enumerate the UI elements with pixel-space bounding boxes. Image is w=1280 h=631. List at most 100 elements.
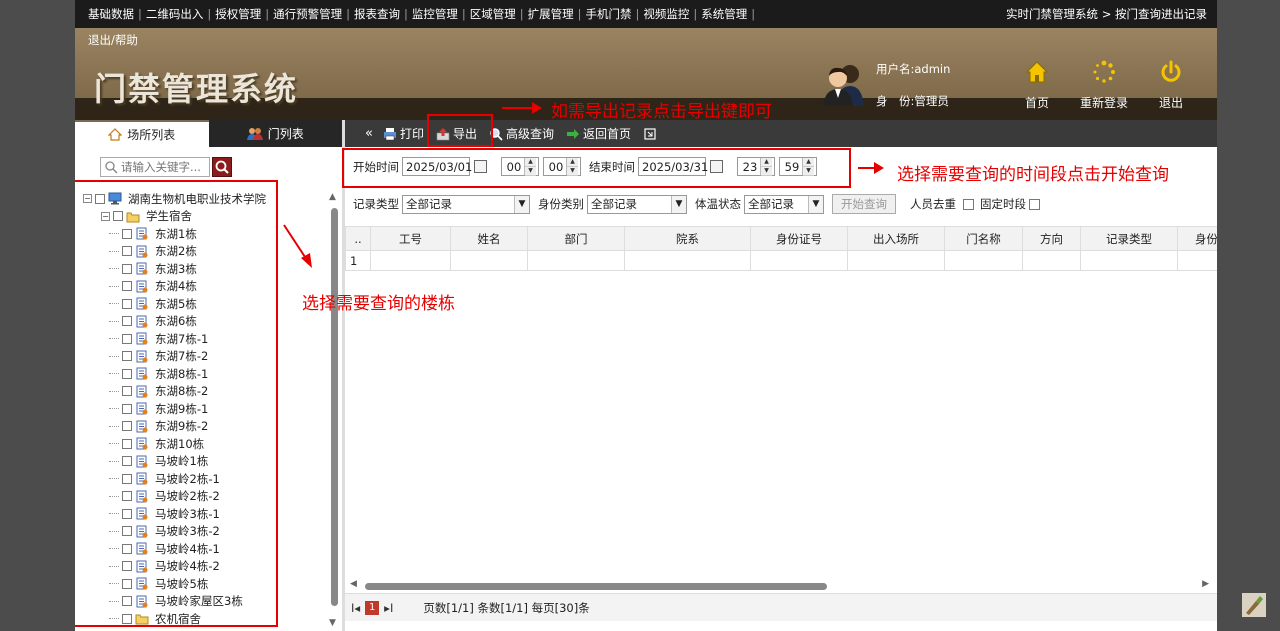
record-type-select[interactable]: 全部记录 ▼ xyxy=(402,194,530,214)
scroll-up-icon[interactable]: ▲ xyxy=(329,192,336,202)
pager: I◂ 1 ▸I 页数[1/1] 条数[1/1] 每页[30]条 xyxy=(345,593,1217,621)
page-info: 页数[1/1] 条数[1/1] 每页[30]条 xyxy=(423,600,590,615)
hscroll-thumb[interactable] xyxy=(365,583,827,590)
right-panel: « 打印 导出 高级查询 返回首页 开始时间 2025/03/01 00 ▲ ▼… xyxy=(345,120,1217,631)
temperature-value: 全部记录 xyxy=(748,197,794,211)
menu-basic-data[interactable]: 基础数据 xyxy=(88,6,134,22)
back-home-button[interactable]: 返回首页 xyxy=(566,125,631,142)
grid-column-header[interactable]: 出入场所 xyxy=(847,226,945,251)
advanced-query-button[interactable]: 高级查询 xyxy=(489,125,554,142)
tab-doors-label: 门列表 xyxy=(267,127,304,141)
menu-separator: | xyxy=(138,7,142,21)
logout-button[interactable]: 退出 xyxy=(1136,59,1206,115)
top-menu: 基础数据 | 二维码出入 | 授权管理 | 通行预警管理 | 报表查询 | 监控管理 | 区… xyxy=(75,6,1006,22)
temperature-label: 体温状态 xyxy=(695,197,741,211)
keyword-search-box xyxy=(100,157,210,177)
menu-separator: | xyxy=(635,7,640,21)
home-button[interactable]: 首页 xyxy=(1002,59,1072,115)
scroll-down-icon[interactable]: ▼ xyxy=(329,618,336,628)
table-cell xyxy=(1177,250,1217,271)
grid-column-header[interactable]: 记录类型 xyxy=(1080,226,1178,251)
menu-separator: | xyxy=(519,7,524,21)
start-query-button[interactable]: 开始查询 xyxy=(832,194,896,214)
tab-doors[interactable]: 门列表 xyxy=(208,120,342,147)
help-link[interactable]: 退出/帮助 xyxy=(88,32,138,48)
arrow-right-icon xyxy=(567,128,580,139)
menu-system[interactable]: 系统管理 xyxy=(701,6,747,22)
menu-separator: | xyxy=(577,7,582,21)
breadcrumb: 实时门禁管理系统 > 按门查询进出记录 xyxy=(1006,7,1207,21)
relogin-label: 重新登录 xyxy=(1079,96,1128,110)
record-type-label: 记录类型 xyxy=(353,197,399,211)
left-tabs: 场所列表 门列表 xyxy=(75,120,342,147)
identity-label: 身份类别 xyxy=(538,197,584,211)
chevron-down-icon: ▼ xyxy=(671,195,686,213)
advanced-query-label: 高级查询 xyxy=(506,127,555,141)
fullscreen-button[interactable] xyxy=(643,127,657,141)
grid-column-header[interactable]: 工号 xyxy=(370,226,451,251)
table-cell xyxy=(1022,250,1081,271)
grid-column-header[interactable]: 部门 xyxy=(527,226,625,251)
time-tip: 选择需要查询的时间段点击开始查询 xyxy=(897,165,1169,185)
building-highlight-box xyxy=(75,180,278,627)
menu-extend[interactable]: 扩展管理 xyxy=(528,6,574,22)
relogin-button[interactable]: 重新登录 xyxy=(1069,59,1139,115)
system-title: 门禁管理系统 xyxy=(94,70,299,108)
brush-icon[interactable] xyxy=(1242,593,1266,617)
scroll-left-icon[interactable]: ◀ xyxy=(350,579,357,589)
temperature-select[interactable]: 全部记录 ▼ xyxy=(744,194,824,214)
type-filter-row: 记录类型 全部记录 ▼ 身份类别 全部记录 ▼ 体温状态 全部记录 ▼ 开始查询 人员… xyxy=(345,192,1217,216)
grid-hscrollbar[interactable]: ◀ ▶ xyxy=(345,579,1217,593)
refresh-icon xyxy=(1093,60,1115,83)
grid-column-header[interactable]: 院系 xyxy=(624,226,751,251)
last-page-button[interactable]: ▸I xyxy=(384,601,393,615)
grid-header-row: .. 工号 姓名 部门 院系 身份证号 出入场所 门名称 方向 记录类型 身份 xyxy=(345,226,1217,251)
menu-separator: | xyxy=(693,7,698,21)
home-icon xyxy=(1025,61,1049,83)
menu-area[interactable]: 区域管理 xyxy=(470,6,516,22)
fixed-period-label: 固定时段 xyxy=(980,197,1026,211)
menu-monitor[interactable]: 监控管理 xyxy=(412,6,458,22)
print-label: 打印 xyxy=(399,127,424,141)
grid-column-header[interactable]: 身份证号 xyxy=(750,226,848,251)
time-highlight-box xyxy=(342,148,851,188)
record-type-value: 全部记录 xyxy=(406,197,452,211)
menu-auth[interactable]: 授权管理 xyxy=(215,6,261,22)
people-icon xyxy=(246,128,263,140)
table-cell xyxy=(1080,250,1178,271)
users-avatar-icon xyxy=(823,65,864,106)
menu-mobile-door[interactable]: 手机门禁 xyxy=(586,6,632,22)
records-grid: .. 工号 姓名 部门 院系 身份证号 出入场所 门名称 方向 记录类型 身份 1 xyxy=(345,226,1217,271)
grid-column-header[interactable]: 门名称 xyxy=(944,226,1023,251)
grid-column-header[interactable]: .. xyxy=(345,226,371,251)
table-cell xyxy=(847,250,945,271)
fixed-period-checkbox[interactable] xyxy=(1029,198,1040,210)
menu-video[interactable]: 视频监控 xyxy=(643,6,689,22)
tree-scrollbar[interactable]: ▲ ▼ xyxy=(327,190,341,628)
menu-warning[interactable]: 通行预警管理 xyxy=(273,6,342,22)
home-label: 首页 xyxy=(1024,96,1049,110)
dedupe-label: 人员去重 xyxy=(910,197,956,211)
tab-locations[interactable]: 场所列表 xyxy=(75,120,209,147)
menu-separator: | xyxy=(404,7,408,21)
current-page[interactable]: 1 xyxy=(365,600,380,615)
collapse-button[interactable]: « xyxy=(365,126,373,141)
first-page-button[interactable]: I◂ xyxy=(351,601,360,615)
grid-column-header[interactable]: 方向 xyxy=(1022,226,1081,251)
scroll-right-icon[interactable]: ▶ xyxy=(1202,579,1209,589)
print-button[interactable]: 打印 xyxy=(383,125,424,142)
table-row[interactable]: 1 xyxy=(345,250,1217,271)
table-cell: 1 xyxy=(345,250,371,271)
grid-column-header[interactable]: 身份 xyxy=(1177,226,1217,251)
dedupe-checkbox[interactable] xyxy=(963,198,974,210)
menu-report[interactable]: 报表查询 xyxy=(354,6,400,22)
keyword-search-input[interactable] xyxy=(121,160,207,174)
scroll-thumb[interactable] xyxy=(331,208,338,606)
grid-column-header[interactable]: 姓名 xyxy=(450,226,528,251)
identity-select[interactable]: 全部记录 ▼ xyxy=(587,194,687,214)
menu-qrcode[interactable]: 二维码出入 xyxy=(146,6,204,22)
chevron-down-icon: ▼ xyxy=(808,195,823,213)
search-button[interactable] xyxy=(212,157,232,177)
menu-separator: | xyxy=(461,7,466,21)
search-icon xyxy=(215,160,229,174)
